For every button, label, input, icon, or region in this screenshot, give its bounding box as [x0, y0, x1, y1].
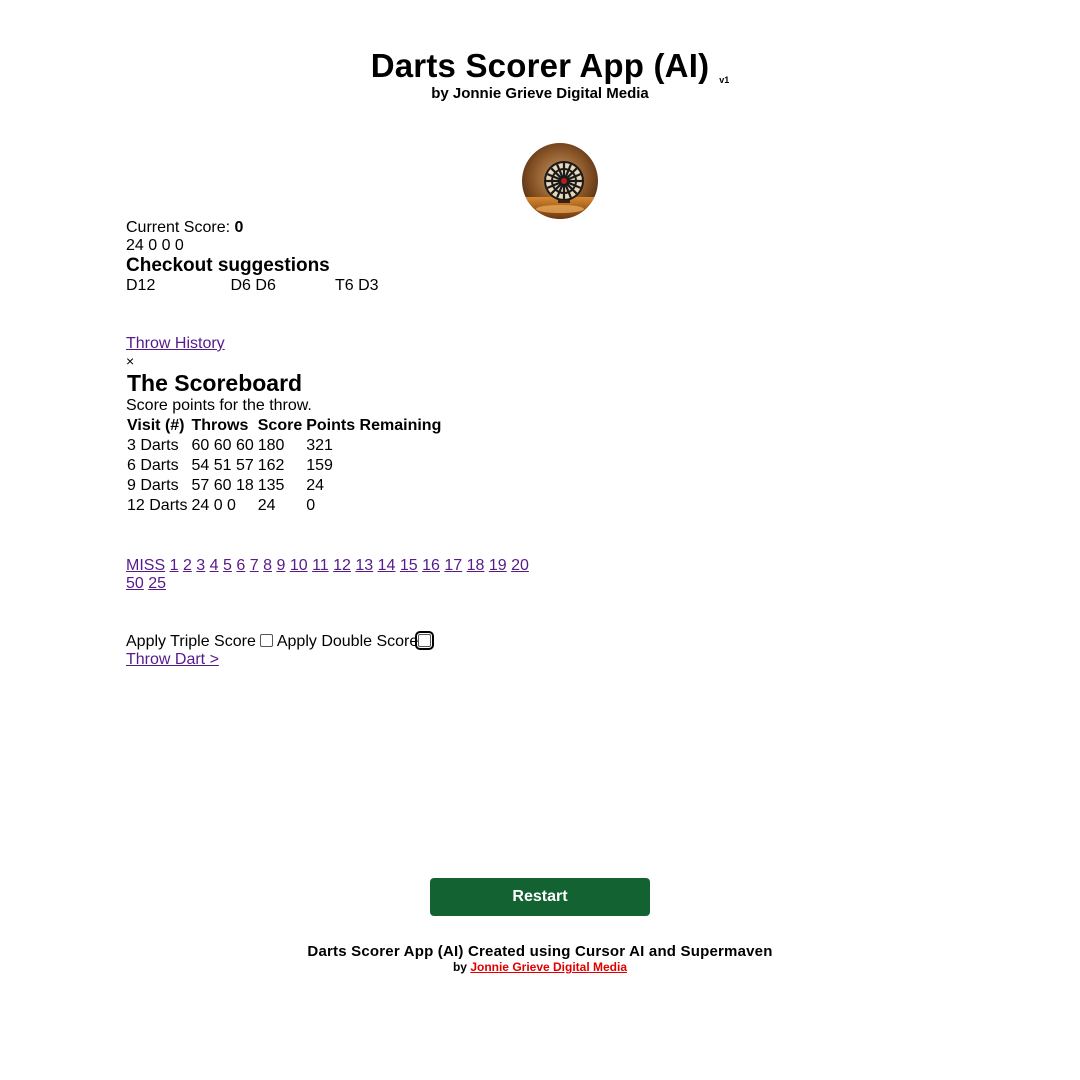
- score-button-10[interactable]: 10: [290, 557, 308, 574]
- column-header-score: Score: [257, 417, 303, 434]
- visit-cell: 3 Darts: [127, 437, 179, 454]
- dartboard-avatar-icon: [522, 143, 598, 219]
- triple-score-checkbox[interactable]: [260, 634, 274, 647]
- game-panel: Current Score: 0 24 0 0 0 Checkout sugge…: [126, 219, 826, 669]
- score-button-18[interactable]: 18: [467, 557, 485, 574]
- score-cell: 180: [257, 437, 285, 454]
- score-button-11[interactable]: 11: [312, 557, 329, 574]
- visit-cell: 12 Darts: [127, 497, 188, 514]
- throws-cell: 60 60 60: [191, 437, 254, 454]
- score-button-7[interactable]: 7: [250, 557, 259, 574]
- score-button-8[interactable]: 8: [263, 557, 272, 574]
- score-button-16[interactable]: 16: [422, 557, 440, 574]
- score-cell: 24: [257, 497, 276, 514]
- close-icon[interactable]: ×: [126, 353, 826, 369]
- scoreboard-table: Visit (#) Throws Score Points Remaining …: [124, 415, 444, 517]
- score-button-9[interactable]: 9: [276, 557, 285, 574]
- version-label: v1: [719, 75, 730, 85]
- table-row: 6 Darts 54 51 57 162 159: [126, 457, 442, 475]
- score-button-5[interactable]: 5: [223, 557, 232, 574]
- app-header: Darts Scorer App (AI) v1 by Jonnie Griev…: [0, 46, 1080, 102]
- column-header-points-remaining: Points Remaining: [306, 417, 442, 434]
- score-options: Apply Triple Score Apply Double Score Th…: [126, 631, 826, 669]
- current-score-value: 0: [234, 219, 244, 236]
- score-button-1[interactable]: 1: [170, 557, 179, 574]
- score-button-13[interactable]: 13: [355, 557, 373, 574]
- score-button-4[interactable]: 4: [210, 557, 219, 574]
- checkout-suggestion: D12: [126, 277, 156, 294]
- footer-credit: Darts Scorer App (AI) Created using Curs…: [307, 943, 773, 960]
- double-score-checkbox[interactable]: [415, 631, 435, 650]
- throw-history-link[interactable]: Throw History: [126, 335, 225, 353]
- app-title: Darts Scorer App (AI): [370, 47, 710, 84]
- last-throws: 24 0 0 0: [126, 237, 184, 254]
- throws-cell: 57 60 18: [191, 477, 254, 494]
- footer-by-label: by: [452, 960, 471, 974]
- score-button-miss[interactable]: MISS: [126, 557, 165, 574]
- current-score: Current Score: 0: [126, 219, 826, 237]
- footer-byline: by Jonnie Grieve Digital Media: [0, 960, 1080, 974]
- score-button-20[interactable]: 20: [511, 557, 529, 574]
- score-cell: 135: [257, 477, 285, 494]
- score-button-15[interactable]: 15: [400, 557, 418, 574]
- footer: Darts Scorer App (AI) Created using Curs…: [0, 943, 1080, 974]
- scoreboard-title: The Scoreboard: [127, 370, 303, 396]
- visit-cell: 6 Darts: [127, 457, 179, 474]
- points-remaining-cell: 321: [306, 437, 333, 454]
- throws-cell: 54 51 57: [191, 457, 254, 474]
- score-button-50[interactable]: 50: [126, 575, 144, 592]
- points-remaining-cell: 24: [306, 477, 325, 494]
- checkout-heading: Checkout suggestions: [126, 255, 330, 276]
- current-score-label: Current Score:: [126, 219, 235, 236]
- byline: by Jonnie Grieve Digital Media: [431, 85, 649, 102]
- throws-cell: 24 0 0: [191, 497, 236, 514]
- throw-dart-link[interactable]: Throw Dart >: [126, 651, 219, 668]
- score-button-2[interactable]: 2: [183, 557, 192, 574]
- score-cell: 162: [257, 457, 285, 474]
- checkout-suggestion: T6 D3: [335, 277, 379, 294]
- checkout-suggestions: D12 D6 D6 T6 D3: [126, 277, 826, 295]
- points-remaining-cell: 159: [306, 457, 333, 474]
- double-score-label: Apply Double Score: [276, 633, 419, 650]
- score-buttons: MISS 1 2 3 4 5 6 7 8 9 10 11 12 13 14 15…: [126, 557, 546, 593]
- table-header-row: Visit (#) Throws Score Points Remaining: [126, 417, 442, 435]
- column-header-visit: Visit (#): [127, 417, 185, 434]
- points-remaining-cell: 0: [306, 497, 316, 514]
- restart-button[interactable]: Restart: [430, 878, 650, 916]
- score-button-17[interactable]: 17: [444, 557, 462, 574]
- visit-cell: 9 Darts: [127, 477, 179, 494]
- footer-author-link[interactable]: Jonnie Grieve Digital Media: [470, 960, 627, 974]
- table-row: 12 Darts 24 0 0 24 0: [126, 497, 442, 515]
- table-row: 3 Darts 60 60 60 180 321: [126, 437, 442, 455]
- title-row: Darts Scorer App (AI) v1: [370, 46, 730, 86]
- score-button-19[interactable]: 19: [489, 557, 507, 574]
- score-button-12[interactable]: 12: [333, 557, 351, 574]
- score-button-14[interactable]: 14: [378, 557, 396, 574]
- score-button-3[interactable]: 3: [196, 557, 205, 574]
- table-row: 9 Darts 57 60 18 135 24: [126, 477, 442, 495]
- score-button-6[interactable]: 6: [236, 557, 245, 574]
- scoreboard-description: Score points for the throw.: [126, 397, 312, 414]
- column-header-throws: Throws: [191, 417, 249, 434]
- triple-score-label: Apply Triple Score: [126, 633, 256, 650]
- checkout-suggestion: D6 D6: [230, 277, 276, 294]
- score-button-25[interactable]: 25: [148, 575, 166, 592]
